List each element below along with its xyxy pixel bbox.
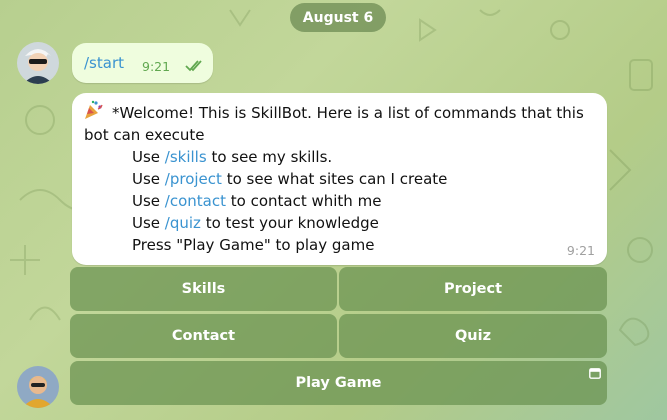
command-prefix: Use [132,148,165,166]
outgoing-message-bubble[interactable]: /start 9:21 [72,43,213,83]
contact-button[interactable]: Contact [70,314,337,358]
play-game-button-label: Play Game [295,375,382,391]
command-description: to see my skills. [206,148,333,166]
incoming-message-bubble: *Welcome! This is SkillBot. Here is a li… [72,93,607,265]
play-game-hint-line: Press "Play Game" to play game [132,236,375,254]
command-prefix: Use [132,214,165,232]
double-check-icon [185,57,205,76]
command-line-skills: Use /skills to see my skills. [132,146,332,168]
skills-command-link[interactable]: /skills [165,148,207,166]
skills-button-label: Skills [181,281,226,297]
project-button-label: Project [443,281,503,297]
command-line-quiz: Use /quiz to test your knowledge [132,212,379,234]
date-separator: August 6 [290,3,386,32]
quiz-button[interactable]: Quiz [339,314,607,358]
project-command-link[interactable]: /project [165,170,222,188]
outgoing-message-time: 9:21 [142,59,171,74]
start-command-link[interactable]: /start [84,54,124,72]
welcome-text-line: *Welcome! This is SkillBot. Here is a li… [112,104,584,122]
welcome-text-line-2: bot can execute [84,126,205,144]
project-button[interactable]: Project [339,267,607,311]
user-avatar[interactable] [17,42,59,84]
command-description: to see what sites can I create [221,170,448,188]
contact-button-label: Contact [171,328,236,344]
command-line-contact: Use /contact to contact whith me [132,190,381,212]
quiz-button-label: Quiz [454,328,492,344]
command-prefix: Use [132,170,165,188]
command-description: to test your knowledge [200,214,379,232]
quiz-command-link[interactable]: /quiz [165,214,201,232]
party-popper-icon [82,99,104,125]
skills-button[interactable]: Skills [70,267,337,311]
contact-command-link[interactable]: /contact [165,192,226,210]
incoming-message-time: 9:21 [566,243,595,258]
bot-avatar[interactable] [17,366,59,408]
command-prefix: Use [132,192,165,210]
window-icon [589,367,601,383]
command-description: to contact whith me [225,192,382,210]
date-label: August 6 [302,9,374,26]
command-line-project: Use /project to see what sites can I cre… [132,168,447,190]
play-game-button[interactable]: Play Game [70,361,607,405]
